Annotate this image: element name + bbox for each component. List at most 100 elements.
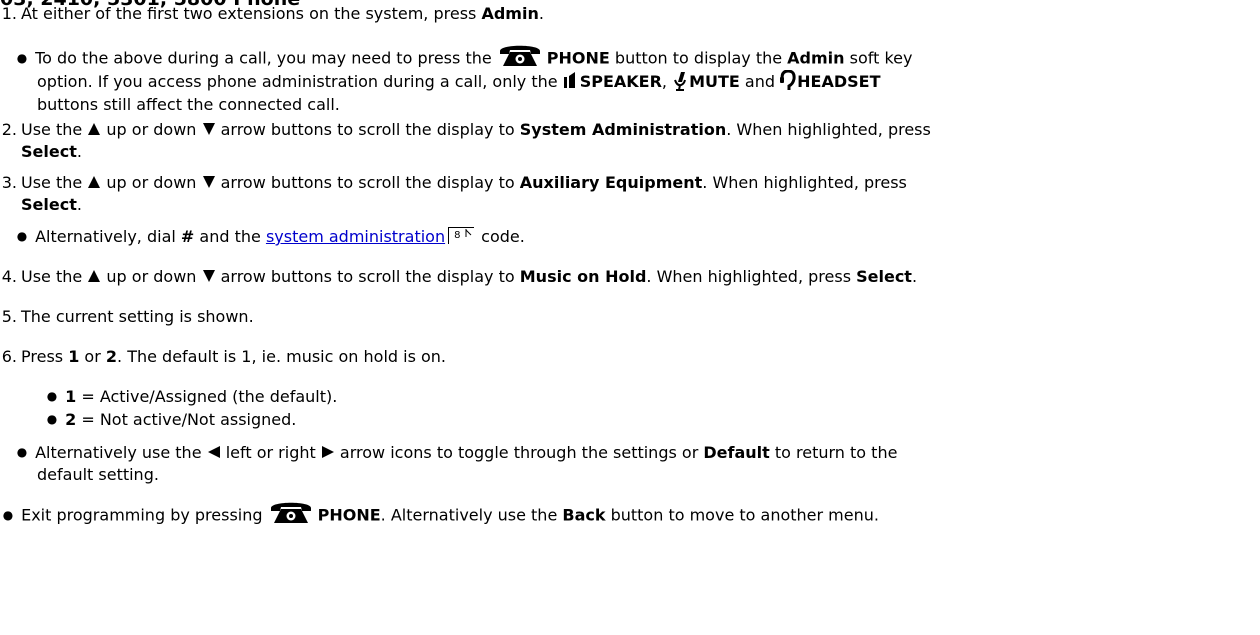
step-text: button to move to another menu. xyxy=(605,505,879,525)
step-text: code. xyxy=(476,227,525,246)
step-text: At either of the first two extensions on… xyxy=(21,4,482,23)
up-arrow-icon xyxy=(87,269,101,283)
step-text: up or down xyxy=(101,267,202,286)
step-text: option. If you access phone administrati… xyxy=(37,72,563,91)
step-text: arrow buttons to scroll the display to xyxy=(215,173,520,192)
step-text: = Active/Assigned (the default). xyxy=(76,387,338,406)
mute-icon xyxy=(672,70,688,92)
phone-label: PHONE xyxy=(317,505,381,525)
step-3: 3. Use the up or down arrow buttons to sc… xyxy=(0,172,907,194)
system-administration-link[interactable]: system administration xyxy=(266,227,445,246)
step-text: up or down xyxy=(101,120,202,139)
key-label: 2 xyxy=(65,410,77,429)
bullet: ● xyxy=(46,412,58,426)
step-1-bullet-cont: option. If you access phone administrati… xyxy=(37,71,880,94)
step-3-cont: Select. xyxy=(21,194,82,216)
step-number: 5. xyxy=(1,307,17,326)
select-label: Select xyxy=(856,267,912,286)
step-1-bullet-cont2: buttons still affect the connected call. xyxy=(37,94,340,116)
hash-key-label: # xyxy=(180,227,195,246)
step-text: to return to the xyxy=(769,443,898,462)
menu-item-label: Music on Hold xyxy=(519,267,647,286)
right-arrow-icon xyxy=(321,445,335,459)
step-number: 6. xyxy=(1,347,17,366)
mute-label: MUTE xyxy=(689,72,740,91)
step-6-bullet: ● Alternatively use the left or right ar… xyxy=(14,442,898,465)
step-text: buttons still affect the connected call. xyxy=(37,95,340,114)
step-text: Alternatively, dial xyxy=(35,227,181,246)
select-label: Select xyxy=(21,142,77,161)
step-text: = Not active/Not assigned. xyxy=(76,410,297,429)
menu-item-label: Auxiliary Equipment xyxy=(519,173,703,192)
page-reference[interactable]: 8 xyxy=(448,227,475,244)
down-arrow-icon xyxy=(202,175,216,189)
step-5: 5. The current setting is shown. xyxy=(0,306,254,328)
bullet: ● xyxy=(16,50,28,65)
step-2-cont: Select. xyxy=(21,141,82,163)
step-text: and xyxy=(739,72,781,91)
bullet: ● xyxy=(2,507,14,522)
page-reference-number: 8 xyxy=(454,230,461,241)
step-text: button to display the xyxy=(609,48,788,68)
step-6: 6. Press 1 or 2. The default is 1, ie. mu… xyxy=(0,346,446,368)
step-text: Use the xyxy=(21,267,88,286)
bullet: ● xyxy=(46,389,58,403)
step-text: . Alternatively use the xyxy=(380,505,563,525)
punct: , xyxy=(661,72,673,91)
step-text: Use the xyxy=(21,120,88,139)
step-6-option-2: ● 2 = Not active/Not assigned. xyxy=(44,409,297,432)
key-label: 1 xyxy=(68,347,80,366)
step-text: arrow buttons to scroll the display to xyxy=(215,120,520,139)
step-text: . When highlighted, press xyxy=(726,120,931,139)
left-arrow-icon xyxy=(207,445,221,459)
step-text: soft key xyxy=(844,48,913,68)
up-arrow-icon xyxy=(87,175,101,189)
step-text: Alternatively use the xyxy=(35,443,207,462)
step-number: 1. xyxy=(1,4,17,23)
step-text: default setting. xyxy=(37,465,159,484)
step-2: 2. Use the up or down arrow buttons to sc… xyxy=(0,119,931,141)
step-text: left or right xyxy=(220,443,321,462)
speaker-icon xyxy=(563,70,579,92)
step-3-bullet: ● Alternatively, dial # and the system a… xyxy=(14,226,525,249)
step-6-option-1: ● 1 = Active/Assigned (the default). xyxy=(44,386,338,409)
phone-handset-icon xyxy=(497,42,543,68)
headset-label: HEADSET xyxy=(797,72,881,91)
bullet: ● xyxy=(16,445,28,459)
up-arrow-icon xyxy=(87,122,101,136)
step-text: . When highlighted, press xyxy=(646,267,857,286)
step-number: 3. xyxy=(1,173,17,192)
step-text: . When highlighted, press xyxy=(702,173,907,192)
page-reference-arrow-icon xyxy=(465,229,472,237)
admin-label: Admin xyxy=(787,48,845,68)
step-text: Exit programming by pressing xyxy=(21,505,268,525)
step-text: up or down xyxy=(101,173,202,192)
punct: . xyxy=(76,142,82,161)
phone-label: PHONE xyxy=(546,48,610,68)
down-arrow-icon xyxy=(202,122,216,136)
admin-label: Admin xyxy=(481,4,539,23)
punct: . xyxy=(911,267,918,286)
step-number: 4. xyxy=(1,267,17,286)
step-text: or xyxy=(79,347,106,366)
menu-item-label: System Administration xyxy=(519,120,727,139)
speaker-label: SPEAKER xyxy=(579,72,662,91)
step-text: arrow icons to toggle through the settin… xyxy=(334,443,704,462)
back-label: Back xyxy=(562,505,606,525)
step-4: 4. Use the up or down arrow buttons to sc… xyxy=(0,266,917,288)
headset-icon xyxy=(780,70,796,92)
step-1-bullet: ● To do the above during a call, you may… xyxy=(14,46,913,72)
bullet: ● xyxy=(16,229,28,243)
exit-instruction: ● Exit programming by pressing PHONE. Al… xyxy=(0,503,879,529)
step-text: and the xyxy=(194,227,266,246)
phone-handset-icon xyxy=(268,499,314,525)
punct: . xyxy=(538,4,544,23)
step-text: To do the above during a call, you may n… xyxy=(35,48,497,68)
step-text: Use the xyxy=(21,173,88,192)
step-text: Press xyxy=(21,347,69,366)
step-1: 1. At either of the first two extensions … xyxy=(0,3,544,25)
step-number: 2. xyxy=(1,120,17,139)
key-label: 1 xyxy=(65,387,77,406)
down-arrow-icon xyxy=(202,269,216,283)
default-label: Default xyxy=(703,443,770,462)
